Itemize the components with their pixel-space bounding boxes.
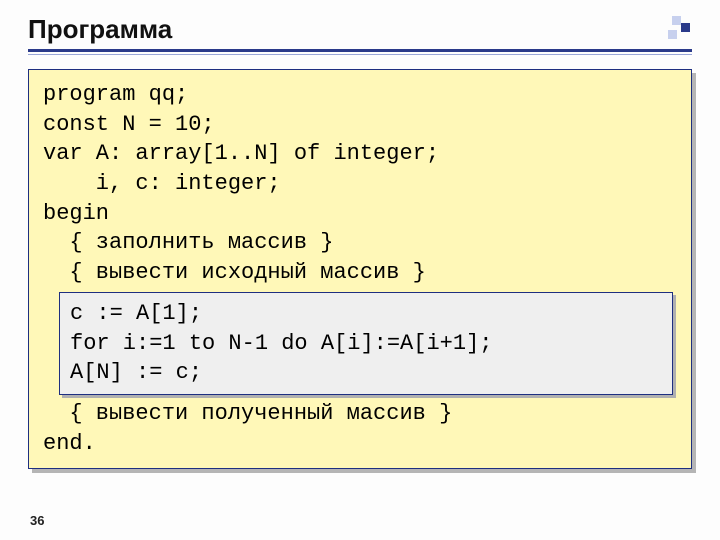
code-line: { вывести полученный массив }: [43, 399, 677, 429]
code-line: c := A[1];: [70, 299, 662, 329]
code-line: begin: [43, 199, 677, 229]
code-line: for i:=1 to N-1 do A[i]:=A[i+1];: [70, 329, 662, 359]
deco-square: [672, 16, 681, 25]
code-line: { вывести исходный массив }: [43, 258, 677, 288]
code-line: end.: [43, 429, 677, 459]
deco-square: [681, 23, 690, 32]
highlighted-code-block: c := A[1]; for i:=1 to N-1 do A[i]:=A[i+…: [59, 292, 673, 395]
title-underline: [28, 49, 692, 55]
page-number: 36: [30, 513, 44, 528]
code-line: i, c: integer;: [43, 169, 677, 199]
deco-square: [668, 30, 677, 39]
code-line: program qq;: [43, 80, 677, 110]
page-title: Программа: [28, 14, 692, 45]
code-line: { заполнить массив }: [43, 228, 677, 258]
rule-thick: [28, 49, 692, 52]
code-line: A[N] := c;: [70, 358, 662, 388]
code-line: const N = 10;: [43, 110, 677, 140]
code-line: var A: array[1..N] of integer;: [43, 139, 677, 169]
code-block: program qq; const N = 10; var A: array[1…: [28, 69, 692, 469]
corner-decoration: [658, 16, 692, 44]
rule-thin: [28, 54, 692, 55]
slide: Программа program qq; const N = 10; var …: [0, 0, 720, 540]
